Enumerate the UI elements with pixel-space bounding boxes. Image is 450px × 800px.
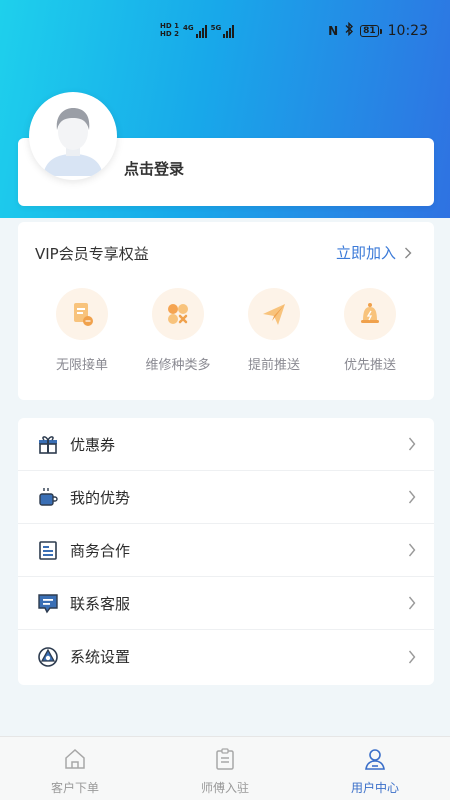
tab-label: 师傅入驻 <box>200 781 249 795</box>
network-tag: 5G <box>210 24 222 32</box>
cup-icon <box>35 484 61 510</box>
order-document-icon <box>56 288 108 340</box>
vip-benefit-label: 无限接单 <box>55 358 108 373</box>
menu-item-coupons[interactable]: 优惠券 <box>18 418 434 471</box>
tab-label: 客户下单 <box>50 781 99 795</box>
menu-item-settings[interactable]: 系统设置 <box>18 630 434 683</box>
chevron-right-icon <box>408 437 416 451</box>
chevron-right-icon <box>408 650 416 663</box>
nfc-icon: N <box>328 24 339 38</box>
document-icon <box>35 537 61 563</box>
network-tag: 4G <box>182 24 194 32</box>
vip-benefit-unlimited-orders[interactable]: 无限接单 <box>46 288 118 373</box>
network-tag: HD 2 <box>160 30 179 38</box>
tab-customer-order[interactable]: 客户下单 <box>15 745 135 796</box>
vip-title: VIP会员专享权益 <box>35 245 149 263</box>
signal-indicators: HD 1 HD 2 4G 5G <box>160 22 235 38</box>
settings-icon <box>35 644 61 670</box>
gift-icon <box>35 431 61 457</box>
vip-benefit-label: 维修种类多 <box>145 358 211 373</box>
menu-item-label: 优惠券 <box>70 435 116 454</box>
menu-list: 优惠券 我的优势 商务合作 联系客服 系统设置 <box>18 418 434 685</box>
bluetooth-icon <box>344 21 354 40</box>
chevron-right-icon <box>408 490 416 504</box>
vip-benefit-repair-types[interactable]: 维修种类多 <box>142 288 214 373</box>
vip-benefit-priority-push[interactable]: 优先推送 <box>334 288 406 373</box>
vip-benefit-early-push[interactable]: 提前推送 <box>238 288 310 373</box>
chat-icon <box>35 590 61 616</box>
clipboard-icon <box>165 745 285 773</box>
clock: 10:23 <box>387 23 428 39</box>
menu-item-business[interactable]: 商务合作 <box>18 524 434 577</box>
network-tag: HD 1 <box>160 22 179 30</box>
status-bar: HD 1 HD 2 4G 5G N 81 10:23 <box>0 0 450 64</box>
menu-item-label: 我的优势 <box>70 488 131 507</box>
avatar[interactable] <box>29 92 117 180</box>
repair-tools-icon <box>152 288 204 340</box>
menu-item-label: 联系客服 <box>70 594 131 613</box>
user-icon <box>315 745 435 773</box>
bottom-tab-bar: 客户下单 师傅入驻 用户中心 <box>0 736 450 800</box>
chevron-right-icon <box>405 247 412 258</box>
paper-plane-icon <box>248 288 300 340</box>
vip-benefits-card: VIP会员专享权益 立即加入 无限接单 维修种类多 提前推送 优先推送 <box>18 222 434 400</box>
chevron-right-icon <box>408 543 416 557</box>
tab-label: 用户中心 <box>350 781 399 795</box>
signal-bars-icon <box>223 24 235 38</box>
tab-user-center[interactable]: 用户中心 <box>315 745 435 796</box>
menu-item-label: 系统设置 <box>70 648 131 666</box>
battery-icon: 81 <box>360 25 382 37</box>
menu-item-label: 商务合作 <box>70 541 131 560</box>
chevron-right-icon <box>408 596 416 610</box>
menu-item-advantages[interactable]: 我的优势 <box>18 471 434 524</box>
tab-master-join[interactable]: 师傅入驻 <box>165 745 285 796</box>
default-avatar-icon <box>33 96 113 176</box>
home-icon <box>15 745 135 773</box>
priority-bell-icon <box>344 288 396 340</box>
login-link[interactable]: 点击登录 <box>124 158 184 179</box>
vip-join-button[interactable]: 立即加入 <box>336 242 412 263</box>
vip-benefit-label: 优先推送 <box>343 358 396 373</box>
menu-item-customer-service[interactable]: 联系客服 <box>18 577 434 630</box>
signal-bars-icon <box>195 24 207 38</box>
vip-join-label[interactable]: 立即加入 <box>336 242 396 263</box>
vip-benefit-label: 提前推送 <box>247 358 300 373</box>
battery-level: 81 <box>360 25 379 37</box>
